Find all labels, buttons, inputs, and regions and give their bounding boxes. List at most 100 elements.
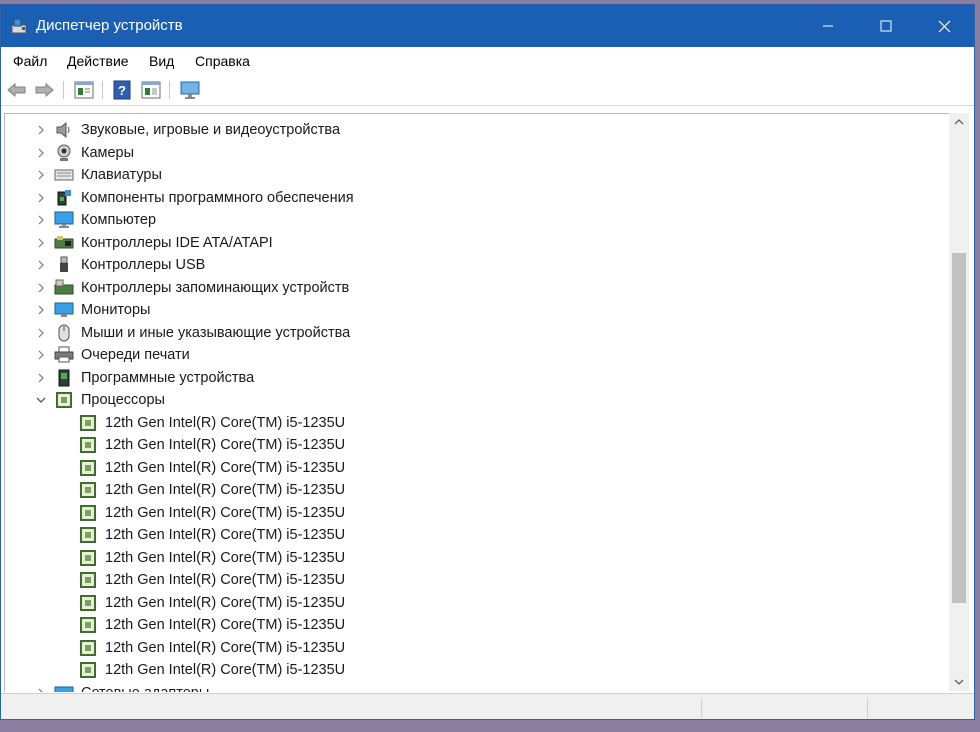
tree-item-label: Компьютер [81,212,157,228]
show-hidden-icon[interactable] [140,79,162,101]
tree-category-row[interactable]: Сетевые адаптеры [5,682,950,692]
tree-item-label: 12th Gen Intel(R) Core(TM) i5-1235U [105,437,346,453]
tree-category-row[interactable]: Камеры [5,142,950,164]
ide-controller-icon [54,234,74,252]
tree-category-row[interactable]: Мониторы [5,299,950,321]
tree-device-row[interactable]: 12th Gen Intel(R) Core(TM) i5-1235U [5,412,950,434]
device-tree[interactable]: Звуковые, игровые и видеоустройства Камер… [4,113,950,692]
tree-category-row[interactable]: Контроллеры IDE ATA/ATAPI [5,232,950,254]
tree-item-label: Клавиатуры [81,167,162,183]
menu-bar: Файл Действие Вид Справка [1,47,974,75]
processor-icon [78,616,98,634]
tree-category-row[interactable]: Звуковые, игровые и видеоустройства [5,119,950,141]
chevron-right-icon[interactable] [35,299,47,321]
menu-help[interactable]: Справка [195,53,250,69]
tree-item-label: Процессоры [81,392,165,408]
tree-item-label: 12th Gen Intel(R) Core(TM) i5-1235U [105,414,346,431]
tree-item-label: Компоненты программного обеспечения [81,189,354,206]
tree-device-row[interactable]: 12th Gen Intel(R) Core(TM) i5-1235U [5,637,950,659]
chevron-right-icon[interactable] [35,209,47,231]
tree-item-label: 12th Gen Intel(R) Core(TM) i5-1235U [105,527,346,543]
help-icon[interactable]: ? [111,79,133,101]
keyboard-icon [54,166,74,184]
scroll-thumb[interactable] [952,253,966,603]
software-component-icon [54,189,74,207]
software-device-icon [54,369,74,387]
tree-device-row[interactable]: 12th Gen Intel(R) Core(TM) i5-1235U [5,614,950,636]
tree-device-row[interactable]: 12th Gen Intel(R) Core(TM) i5-1235U [5,569,950,591]
maximize-button[interactable] [857,5,915,47]
tree-category-row[interactable]: Контроллеры запоминающих устройств [5,277,950,299]
scroll-down-arrow-icon[interactable] [949,673,969,691]
chevron-right-icon[interactable] [35,682,47,692]
tree-item-label: Камеры [81,144,135,161]
tree-category-row[interactable]: Компоненты программного обеспечения [5,187,950,209]
chevron-down-icon[interactable] [35,389,47,411]
tree-category-row[interactable]: Компьютер [5,209,950,231]
tree-category-row[interactable]: Программные устройства [5,367,950,389]
tree-category-row[interactable]: Контроллеры USB [5,254,950,276]
monitor-icon [54,301,74,319]
chevron-right-icon[interactable] [35,254,47,276]
speaker-icon [54,121,74,139]
chevron-right-icon[interactable] [35,344,47,366]
back-arrow-icon[interactable] [6,79,28,101]
forward-arrow-icon[interactable] [33,79,55,101]
device-manager-window: Диспетчер устройств Файл Действие Вид Сп… [0,4,975,720]
tree-category-row[interactable]: Мыши и иные указывающие устройства [5,322,950,344]
chevron-right-icon[interactable] [35,322,47,344]
tree-item-label: 12th Gen Intel(R) Core(TM) i5-1235U [105,617,346,633]
processor-icon [54,391,74,409]
tree-item-label: 12th Gen Intel(R) Core(TM) i5-1235U [105,504,346,521]
device-manager-app-icon [11,17,29,35]
processor-icon [78,436,98,454]
chevron-right-icon[interactable] [35,164,47,186]
tree-device-row[interactable]: 12th Gen Intel(R) Core(TM) i5-1235U [5,547,950,569]
usb-icon [54,256,74,274]
status-bar [1,693,974,719]
chevron-right-icon[interactable] [35,142,47,164]
processor-icon [78,639,98,657]
processor-icon [78,459,98,477]
chevron-right-icon[interactable] [35,367,47,389]
tree-category-row[interactable]: Клавиатуры [5,164,950,186]
tree-item-label: Мыши и иные указывающие устройства [81,324,351,341]
tree-item-label: Очереди печати [81,347,190,363]
menu-file[interactable]: Файл [13,53,47,69]
vertical-scrollbar[interactable] [949,113,969,691]
minimize-button[interactable] [799,5,857,47]
tree-device-row[interactable]: 12th Gen Intel(R) Core(TM) i5-1235U [5,659,950,681]
chevron-right-icon[interactable] [35,277,47,299]
menu-view[interactable]: Вид [149,53,174,69]
svg-text:?: ? [118,83,126,98]
menu-action[interactable]: Действие [67,53,129,69]
chevron-right-icon[interactable] [35,232,47,254]
webcam-icon [54,144,74,162]
tree-device-row[interactable]: 12th Gen Intel(R) Core(TM) i5-1235U [5,592,950,614]
processor-icon [78,481,98,499]
properties-icon[interactable] [73,79,95,101]
tree-device-row[interactable]: 12th Gen Intel(R) Core(TM) i5-1235U [5,434,950,456]
tree-item-label: Программные устройства [81,369,255,386]
chevron-right-icon[interactable] [35,119,47,141]
tree-item-label: 12th Gen Intel(R) Core(TM) i5-1235U [105,572,346,588]
network-adapter-icon [54,684,74,692]
tree-device-row[interactable]: 12th Gen Intel(R) Core(TM) i5-1235U [5,502,950,524]
close-button[interactable] [915,5,973,47]
toolbar-separator [63,81,64,99]
tree-item-label: Мониторы [81,302,151,318]
status-separator [701,698,702,718]
tree-item-label: 12th Gen Intel(R) Core(TM) i5-1235U [105,594,346,611]
scroll-up-arrow-icon[interactable] [949,113,969,131]
tree-device-row[interactable]: 12th Gen Intel(R) Core(TM) i5-1235U [5,479,950,501]
tree-device-row[interactable]: 12th Gen Intel(R) Core(TM) i5-1235U [5,457,950,479]
toolbar-separator [102,81,103,99]
title-bar[interactable]: Диспетчер устройств [1,5,974,47]
tree-item-label: Контроллеры IDE ATA/ATAPI [81,234,273,251]
chevron-right-icon[interactable] [35,187,47,209]
tree-device-row[interactable]: 12th Gen Intel(R) Core(TM) i5-1235U [5,524,950,546]
tree-category-row[interactable]: Очереди печати [5,344,950,366]
tree-category-row[interactable]: Процессоры [5,389,950,411]
storage-controller-icon [54,279,74,297]
monitor-scan-icon[interactable] [179,79,201,101]
